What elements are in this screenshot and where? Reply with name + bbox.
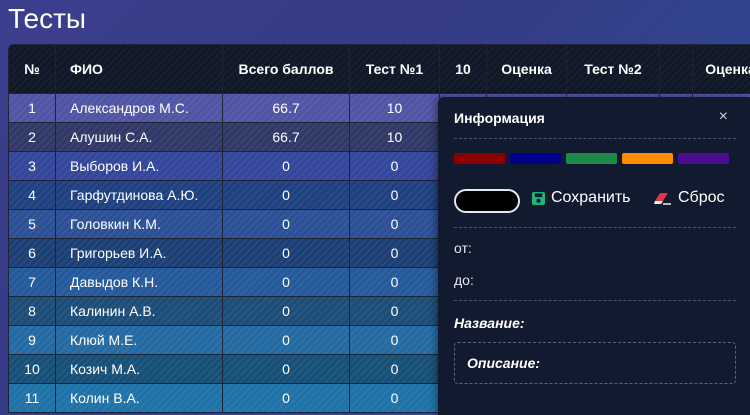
table-header-row: № ФИО Всего баллов Тест №1 10 Оценка Тес… [8,44,750,94]
swatch-green[interactable] [566,153,617,164]
header-test2[interactable]: Тест №2 [566,44,660,94]
cell-test1[interactable]: 0 [349,209,440,239]
header-test1-max[interactable]: 10 [439,44,487,94]
eraser-icon [654,192,672,205]
cell-test1[interactable]: 0 [349,180,440,210]
cell-total[interactable]: 0 [222,180,350,210]
name-field[interactable]: Название: [454,315,525,331]
cell-total[interactable]: 0 [222,151,350,181]
header-test2-max[interactable] [659,44,693,94]
description-label: Описание: [467,355,541,371]
cell-total[interactable]: 0 [222,354,350,384]
save-button[interactable]: Сохранить [532,189,631,207]
cell-total[interactable]: 0 [222,325,350,355]
floppy-disk-icon [532,191,545,205]
cell-num[interactable]: 9 [8,325,56,355]
swatch-purple[interactable] [678,153,729,164]
divider [454,138,736,139]
cell-test1[interactable]: 0 [349,151,440,181]
cell-fio[interactable]: Головкин К.М. [55,209,223,239]
page-title: Тесты [8,3,87,34]
close-icon[interactable]: × [719,108,728,126]
reset-label: Сброс [678,189,725,206]
swatch-orange[interactable] [622,153,673,164]
header-fio[interactable]: ФИО [55,44,223,94]
cell-num[interactable]: 6 [8,238,56,268]
cell-fio[interactable]: Козич М.А. [55,354,223,384]
cell-fio[interactable]: Давыдов К.Н. [55,267,223,297]
cell-num[interactable]: 7 [8,267,56,297]
range-from-label[interactable]: от: [454,240,472,256]
color-picker-field[interactable] [454,189,520,213]
divider [454,300,736,301]
cell-num[interactable]: 8 [8,296,56,326]
cell-num[interactable]: 11 [8,383,56,413]
cell-total[interactable]: 0 [222,238,350,268]
cell-fio[interactable]: Григорьев И.А. [55,238,223,268]
cell-total[interactable]: 0 [222,383,350,413]
cell-num[interactable]: 3 [8,151,56,181]
cell-fio[interactable]: Калинин А.В. [55,296,223,326]
divider [454,227,736,228]
cell-fio[interactable]: Выборов И.А. [55,151,223,181]
reset-button[interactable]: Сброс [654,189,725,207]
save-label: Сохранить [551,189,631,206]
cell-test1[interactable]: 0 [349,354,440,384]
range-to-label[interactable]: до: [454,272,474,288]
cell-total[interactable]: 0 [222,296,350,326]
header-grade2[interactable]: Оценка [692,44,750,94]
swatch-dark-red[interactable] [454,153,505,164]
swatch-dark-blue[interactable] [510,153,561,164]
cell-num[interactable]: 1 [8,93,56,123]
cell-test1[interactable]: 0 [349,296,440,326]
cell-num[interactable]: 2 [8,122,56,152]
cell-fio[interactable]: Клюй М.Е. [55,325,223,355]
header-grade1[interactable]: Оценка [486,44,567,94]
cell-test1[interactable]: 0 [349,238,440,268]
color-swatches [454,153,729,164]
cell-total[interactable]: 0 [222,209,350,239]
cell-test1[interactable]: 10 [349,122,440,152]
header-total[interactable]: Всего баллов [222,44,350,94]
cell-fio[interactable]: Колин В.А. [55,383,223,413]
cell-num[interactable]: 4 [8,180,56,210]
cell-test1[interactable]: 0 [349,325,440,355]
cell-num[interactable]: 5 [8,209,56,239]
cell-fio[interactable]: Гарфутдинова А.Ю. [55,180,223,210]
panel-title: Информация [454,110,545,126]
cell-fio[interactable]: Александров М.С. [55,93,223,123]
cell-fio[interactable]: Алушин С.А. [55,122,223,152]
cell-total[interactable]: 0 [222,267,350,297]
cell-total[interactable]: 66.7 [222,122,350,152]
description-field[interactable]: Описание: [454,342,736,384]
cell-test1[interactable]: 10 [349,93,440,123]
header-test1[interactable]: Тест №1 [349,44,440,94]
cell-total[interactable]: 66.7 [222,93,350,123]
cell-test1[interactable]: 0 [349,383,440,413]
cell-num[interactable]: 10 [8,354,56,384]
header-num[interactable]: № [8,44,56,94]
cell-test1[interactable]: 0 [349,267,440,297]
info-panel: Информация × Сохранить Сброс от: до: Наз… [438,97,750,415]
